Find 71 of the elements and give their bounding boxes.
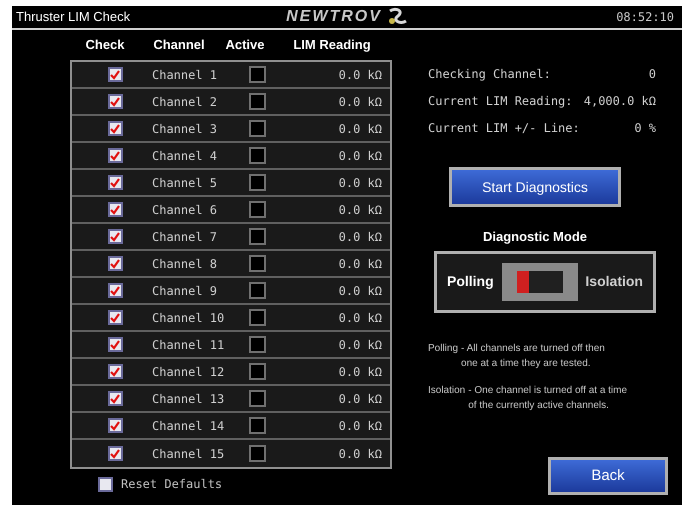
lim-reading: 0.0 kΩ xyxy=(338,446,382,462)
status-label: Checking Channel: xyxy=(428,66,552,82)
check-checkbox[interactable] xyxy=(108,283,122,298)
lim-reading: 0.0 kΩ xyxy=(338,228,382,246)
channel-name: Channel 11 xyxy=(152,336,226,354)
channel-name: Channel 2 xyxy=(152,94,218,110)
channel-name: Channel 10 xyxy=(152,310,226,326)
lim-reading: 0.0 kΩ xyxy=(338,282,382,300)
channel-name: Channel 14 xyxy=(152,418,226,434)
check-checkbox[interactable] xyxy=(108,256,122,271)
column-header: Check xyxy=(84,36,126,54)
channel-name: Channel 4 xyxy=(152,148,218,164)
check-checkbox[interactable] xyxy=(108,175,122,190)
isolation-label: Isolation xyxy=(585,272,643,291)
note-term: Polling xyxy=(428,342,458,356)
reset-defaults-checkbox[interactable] xyxy=(98,476,113,492)
back-button[interactable]: Back xyxy=(548,457,668,495)
note-term: Isolation xyxy=(428,384,466,398)
lim-reading: 0.0 kΩ xyxy=(338,418,382,434)
note-text: - All channels are turned off then one at a time they are tested. xyxy=(461,342,606,370)
status-value: 0 % xyxy=(633,120,656,136)
channel-name: Channel 1 xyxy=(152,66,218,84)
check-checkbox[interactable] xyxy=(108,337,122,352)
start-diagnostics-button[interactable]: Start Diagnostics xyxy=(449,167,621,207)
logo-text: NEWTROV xyxy=(286,7,382,27)
check-checkbox[interactable] xyxy=(108,94,122,109)
channel-name: Channel 6 xyxy=(152,202,218,218)
lim-reading: 0.0 kΩ xyxy=(338,174,382,192)
lim-reading: 0.0 kΩ xyxy=(338,390,382,408)
polling-label: Polling xyxy=(447,272,494,291)
check-checkbox[interactable] xyxy=(108,310,122,325)
status-value: 4,000.0 kΩ xyxy=(582,92,656,110)
status-label: Current LIM +/- Line: xyxy=(428,120,578,136)
channel-name: Channel 9 xyxy=(152,282,218,300)
lim-reading: 0.0 kΩ xyxy=(338,310,382,326)
check-checkbox[interactable] xyxy=(108,391,122,406)
clock-text: 08:52:10 xyxy=(615,9,675,26)
channel-name: Channel 8 xyxy=(152,256,218,272)
channel-name: Channel 15 xyxy=(152,446,226,462)
lim-reading: 0.0 kΩ xyxy=(338,202,382,218)
check-checkbox[interactable] xyxy=(108,202,122,217)
channel-name: Channel 12 xyxy=(152,364,226,380)
channel-name: Channel 5 xyxy=(152,174,218,192)
check-checkbox[interactable] xyxy=(108,364,122,379)
note-text: - One channel is turned off at a time of the currently active channels. xyxy=(468,384,628,412)
lim-reading: 0.0 kΩ xyxy=(338,336,382,354)
column-header: LIM Reading xyxy=(292,36,372,54)
check-checkbox[interactable] xyxy=(108,418,122,433)
channel-name: Channel 3 xyxy=(152,120,218,138)
lim-reading: 0.0 kΩ xyxy=(338,66,382,84)
reset-defaults-label: Reset Defaults xyxy=(121,476,222,493)
check-checkbox[interactable] xyxy=(108,67,122,82)
column-header: Channel xyxy=(152,36,206,54)
check-checkbox[interactable] xyxy=(108,446,122,461)
check-checkbox[interactable] xyxy=(108,121,122,136)
mode-switch[interactable] xyxy=(502,262,578,300)
lim-reading: 0.0 kΩ xyxy=(338,120,382,138)
diagnostic-mode-title: Diagnostic Mode xyxy=(482,228,588,246)
lim-reading: 0.0 kΩ xyxy=(338,94,382,110)
channel-name: Channel 7 xyxy=(152,228,218,246)
channel-name: Channel 13 xyxy=(152,390,226,408)
status-value: 0 xyxy=(648,66,656,82)
lim-reading: 0.0 kΩ xyxy=(338,148,382,164)
window-title: Thruster LIM Check xyxy=(16,8,132,26)
switch-thumb[interactable] xyxy=(516,270,529,292)
check-checkbox[interactable] xyxy=(108,148,122,163)
lim-reading: 0.0 kΩ xyxy=(338,364,382,380)
column-header: Active xyxy=(224,36,266,54)
check-checkbox[interactable] xyxy=(108,229,122,244)
status-label: Current LIM Reading: xyxy=(428,92,574,110)
lim-reading: 0.0 kΩ xyxy=(338,256,382,272)
